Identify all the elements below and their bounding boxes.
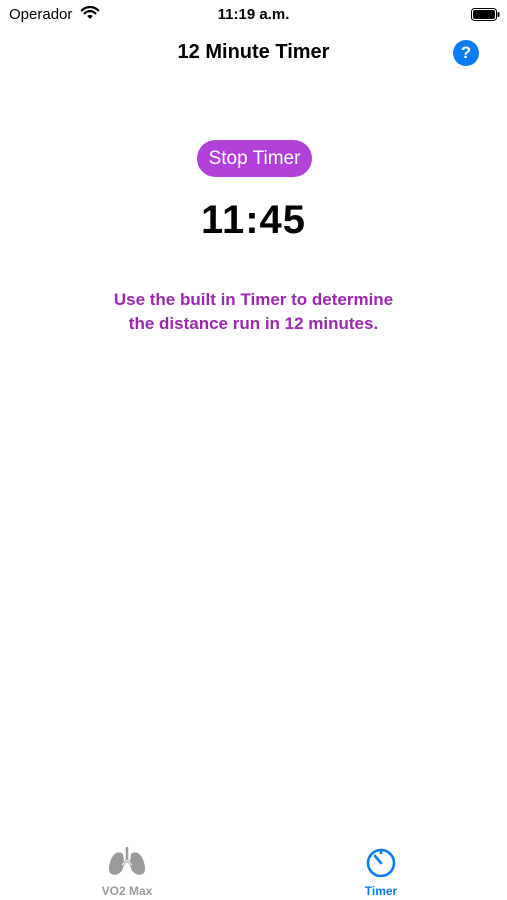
status-time: 11:19 a.m. [217, 6, 290, 23]
help-button[interactable]: ? [453, 40, 479, 66]
tab-label-timer: Timer [364, 884, 398, 898]
status-bar: Operador 11:19 a.m. [0, 0, 507, 30]
tab-label-vo2-max: VO2 Max [101, 884, 153, 898]
instructions-line-1: Use the built in Timer to determine [113, 290, 394, 309]
stopwatch-icon [366, 848, 396, 878]
lungs-icon [108, 846, 146, 875]
timer-display: 11:45 [200, 198, 307, 242]
battery-icon [471, 8, 500, 21]
tab-timer[interactable]: Timer [254, 836, 507, 900]
app-screen: Operador 11:19 a.m. 12 Minute Timer ? St… [0, 0, 507, 900]
tab-bar: VO2 Max Timer [0, 836, 507, 900]
stop-timer-button[interactable]: Stop Timer [197, 140, 312, 177]
question-mark-icon: ? [460, 43, 472, 62]
tab-vo2-max[interactable]: VO2 Max [0, 836, 254, 900]
instructions-line-2: the distance run in 12 minutes. [128, 314, 379, 333]
timer-instructions: Use the built in Timer to determine the … [60, 288, 447, 336]
page-title: 12 Minute Timer [177, 41, 330, 63]
navigation-bar: 12 Minute Timer ? [0, 30, 507, 76]
